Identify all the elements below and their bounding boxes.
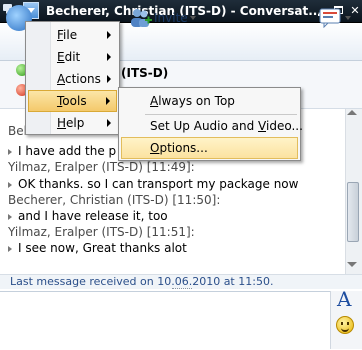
menu-item-label: ctions <box>65 72 101 86</box>
submenu-arrow-icon <box>106 97 110 105</box>
submenu-arrow-icon <box>107 119 111 127</box>
invite-people-icon[interactable] <box>129 7 153 29</box>
emoticon-icon[interactable] <box>336 316 354 334</box>
conversation-sender: Yilmaz, Eralper (ITS-D) [11:49]: <box>8 160 195 174</box>
menu-item-tools[interactable]: Tools <box>28 90 117 112</box>
submenu-arrow-icon <box>107 75 111 83</box>
tools-submenu: Always on Top Set Up Audio and Video... … <box>118 87 303 161</box>
menu-item-options[interactable]: Options... <box>121 137 298 159</box>
access-key: H <box>57 116 67 130</box>
conversation-sender: Yilmaz, Eralper (ITS-D) [11:51]: <box>8 225 195 239</box>
font-icon[interactable]: A <box>337 287 351 311</box>
access-key: V <box>258 119 266 133</box>
menu-item-edit[interactable]: Edit <box>28 46 117 68</box>
conversation-message: I have add the p <box>8 144 116 158</box>
participant-name[interactable]: (ITS-D) <box>121 66 168 80</box>
close-icon: ✕ <box>350 4 360 17</box>
invite-dropdown-icon[interactable] <box>190 16 196 20</box>
scrollbar-thumb[interactable] <box>347 182 359 242</box>
conversation-message: OK thanks. so I can transport my package… <box>8 177 298 191</box>
im-options-icon[interactable] <box>319 8 341 28</box>
access-key: A <box>57 72 65 86</box>
menu-item-label: elp <box>66 116 85 130</box>
menu-item-label: ideo... <box>266 119 303 133</box>
menu-item-file[interactable]: File <box>28 24 117 46</box>
message-input[interactable] <box>0 291 330 350</box>
menu-item-always-on-top[interactable]: Always on Top <box>121 90 298 112</box>
menu-item-label: ptions... <box>159 141 208 155</box>
menu-item-label: ile <box>63 28 78 42</box>
menu-item-help[interactable]: Help <box>28 112 117 134</box>
menu-item-actions[interactable]: Actions <box>28 68 117 90</box>
im-options-dropdown-icon[interactable] <box>345 16 351 20</box>
conversation-sender: Becherer, Christian (ITS-D) [11:50]: <box>8 193 221 207</box>
invite-button[interactable]: Invite <box>154 11 188 25</box>
last-message-status: Last message received on 10.06.2010 at 1… <box>10 275 274 288</box>
menu-item-label: Set Up Audio and <box>150 119 259 133</box>
menu-item-setup-audio-video[interactable]: Set Up Audio and Video... <box>121 115 303 137</box>
main-menu: File Edit Actions Tools Help <box>25 21 120 135</box>
conversation-message: I see now, Great thanks alot <box>8 241 187 255</box>
scroll-up-icon[interactable] <box>347 110 357 115</box>
scroll-down-icon[interactable] <box>347 262 357 267</box>
access-key: E <box>57 50 65 64</box>
submenu-arrow-icon <box>107 53 111 61</box>
menu-item-label: lways on Top <box>158 94 235 108</box>
menu-item-label: dit <box>64 50 81 64</box>
access-key: A <box>150 94 159 108</box>
conversation-message: and I have release it, too <box>8 209 168 223</box>
submenu-arrow-icon <box>107 31 111 39</box>
menu-item-label: ools <box>62 94 87 108</box>
